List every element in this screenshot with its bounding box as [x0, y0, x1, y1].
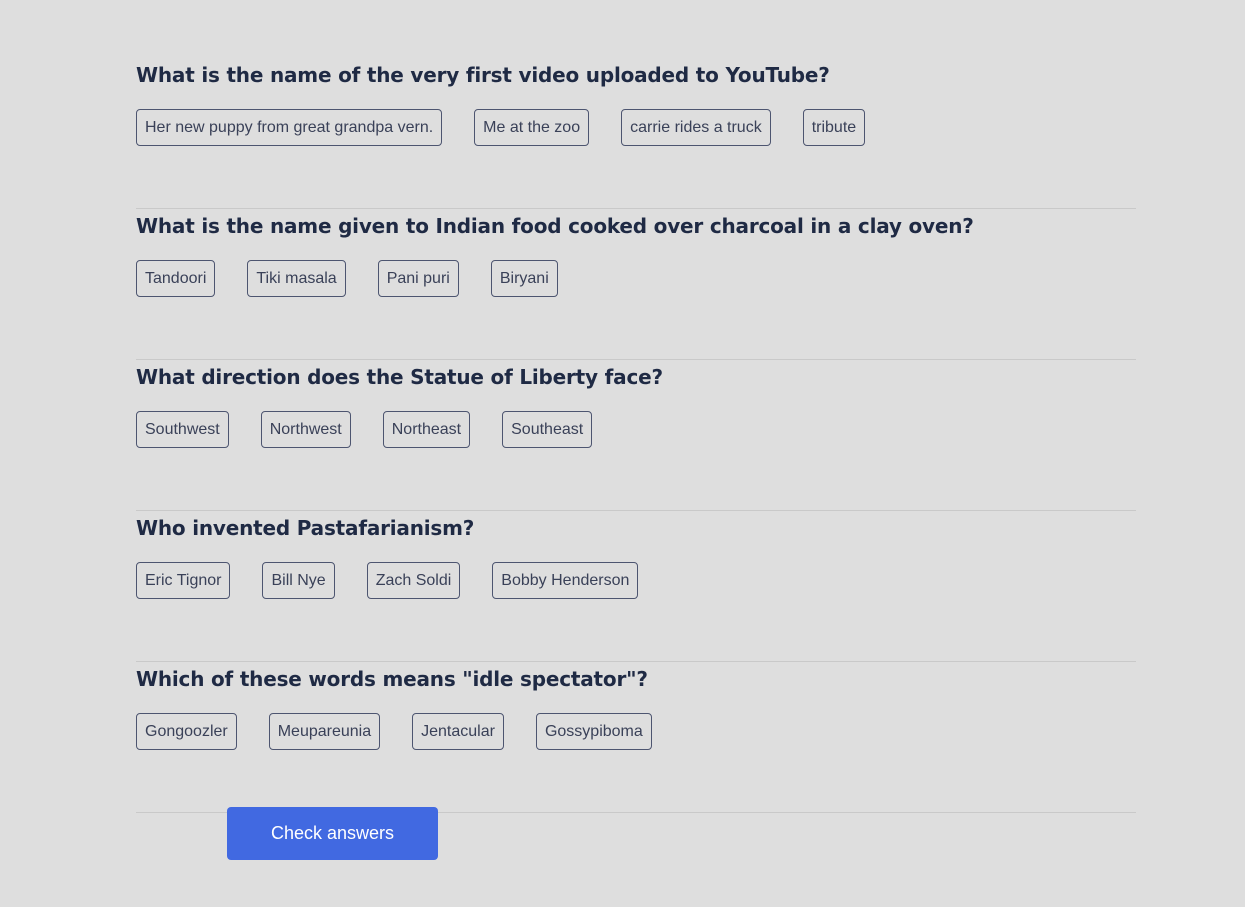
- quiz-actions: Check answers: [227, 807, 438, 860]
- answer-option[interactable]: Eric Tignor: [136, 562, 231, 599]
- answer-option[interactable]: Northeast: [382, 411, 471, 448]
- answer-option[interactable]: carrie rides a truck: [621, 109, 771, 146]
- question-1: What is the name of the very first video…: [136, 58, 1136, 209]
- question-text: Who invented Pastafarianism?: [136, 516, 475, 540]
- check-answers-button[interactable]: Check answers: [227, 807, 438, 860]
- answer-option[interactable]: Jentacular: [412, 713, 504, 750]
- question-2: What is the name given to Indian food co…: [136, 209, 1136, 360]
- answer-option[interactable]: Tiki masala: [247, 260, 346, 297]
- question-text: What direction does the Statue of Libert…: [136, 365, 663, 389]
- answer-option[interactable]: Biryani: [490, 260, 558, 297]
- question-4: Who invented Pastafarianism? Eric Tignor…: [136, 511, 1136, 662]
- answer-option[interactable]: Bill Nye: [262, 562, 335, 599]
- answer-group: Gongoozler Meupareunia Jentacular Gossyp…: [136, 713, 652, 750]
- answer-option[interactable]: Northwest: [260, 411, 351, 448]
- question-5: Which of these words means "idle spectat…: [136, 662, 1136, 813]
- answer-option[interactable]: Tandoori: [136, 260, 216, 297]
- answer-group: Southwest Northwest Northeast Southeast: [136, 411, 593, 448]
- question-text: What is the name of the very first video…: [136, 63, 830, 87]
- quiz-container: What is the name of the very first video…: [136, 58, 1136, 813]
- question-3: What direction does the Statue of Libert…: [136, 360, 1136, 511]
- answer-option[interactable]: Gossypiboma: [535, 713, 652, 750]
- answer-option[interactable]: Meupareunia: [268, 713, 381, 750]
- answer-option[interactable]: Southeast: [502, 411, 593, 448]
- answer-group: Her new puppy from great grandpa vern. M…: [136, 109, 866, 146]
- question-text: What is the name given to Indian food co…: [136, 214, 974, 238]
- answer-option[interactable]: Zach Soldi: [366, 562, 461, 599]
- answer-option[interactable]: Bobby Henderson: [492, 562, 639, 599]
- question-text: Which of these words means "idle spectat…: [136, 667, 648, 691]
- answer-option[interactable]: Pani puri: [377, 260, 459, 297]
- answer-option[interactable]: Her new puppy from great grandpa vern.: [136, 109, 443, 146]
- answer-group: Eric Tignor Bill Nye Zach Soldi Bobby He…: [136, 562, 639, 599]
- answer-option[interactable]: Gongoozler: [136, 713, 237, 750]
- answer-option[interactable]: Southwest: [136, 411, 229, 448]
- answer-group: Tandoori Tiki masala Pani puri Biryani: [136, 260, 558, 297]
- answer-option[interactable]: tribute: [802, 109, 866, 146]
- answer-option[interactable]: Me at the zoo: [474, 109, 590, 146]
